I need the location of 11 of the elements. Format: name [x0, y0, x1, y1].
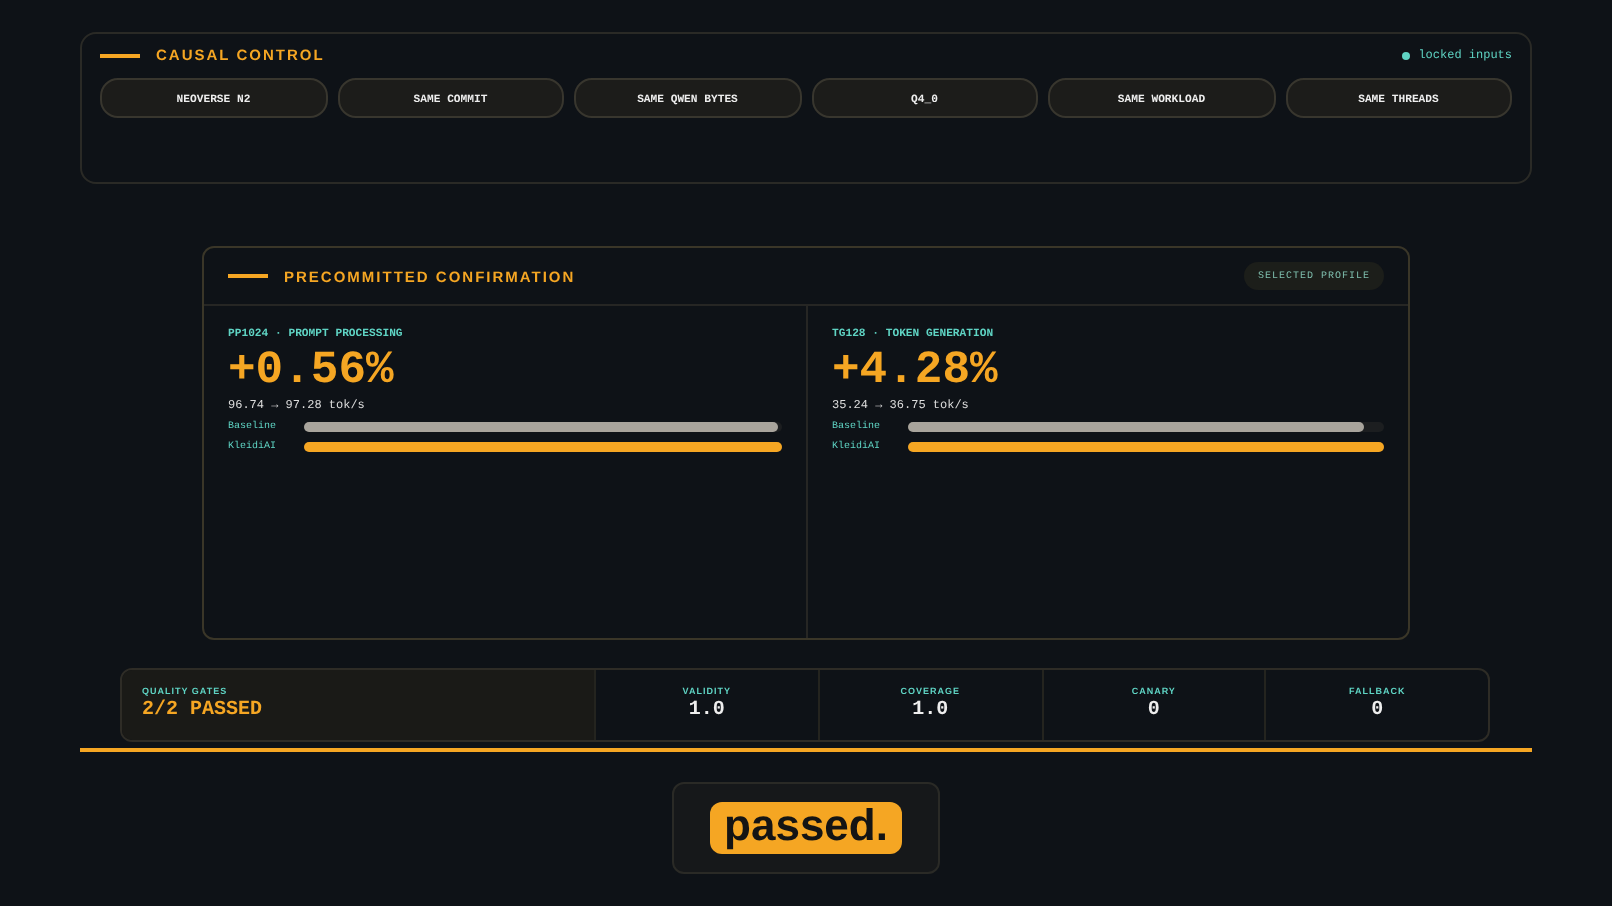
delta-value: +4.28%	[832, 344, 1000, 396]
status-dot-icon	[1402, 51, 1411, 59]
gate-value: 0	[1147, 700, 1160, 722]
title-rule	[100, 53, 140, 57]
gates-summary: 2/2 PASSED	[142, 700, 265, 722]
gate-value: 0	[1371, 700, 1384, 722]
gate-value: 1.0	[688, 700, 725, 722]
delta-value: +0.56%	[228, 344, 396, 396]
verdict-badge: passed.	[710, 802, 902, 854]
title-rule	[228, 274, 268, 278]
gate-value: 1.0	[912, 700, 949, 722]
